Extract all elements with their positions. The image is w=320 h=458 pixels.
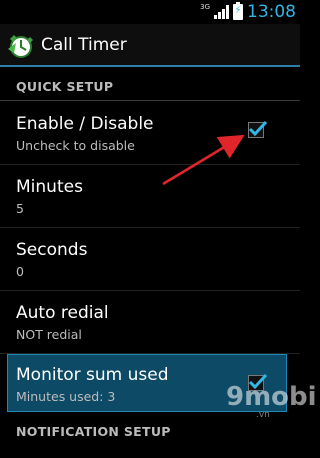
app-title: Call Timer — [41, 34, 127, 55]
action-bar: Call Timer — [0, 24, 300, 67]
checkmark-icon — [248, 120, 268, 137]
status-indicators: 3G ⚡ 13:08 — [200, 2, 296, 22]
pref-summary: NOT redial — [16, 327, 82, 342]
section-header-quick-setup: QUICK SETUP — [0, 69, 300, 101]
status-time: 13:08 — [247, 2, 296, 22]
alarm-clock-icon[interactable] — [6, 31, 34, 59]
watermark-suffix: .vn — [256, 410, 270, 420]
pref-summary: 0 — [16, 264, 24, 279]
battery-icon: ⚡ — [233, 2, 243, 20]
pref-summary: Minutes used: 3 — [16, 389, 116, 404]
watermark-text: 9mobi — [226, 382, 317, 412]
pref-summary: 5 — [16, 201, 24, 216]
pref-title: Minutes — [16, 177, 83, 197]
pref-auto-redial[interactable]: Auto redial NOT redial — [0, 291, 300, 354]
pref-seconds[interactable]: Seconds 0 — [0, 228, 300, 291]
network-type: 3G — [200, 3, 210, 11]
enable-checkbox[interactable] — [248, 120, 268, 138]
pref-title: Auto redial — [16, 303, 109, 323]
pref-title: Monitor sum used — [16, 365, 169, 385]
watermark-logo: 9mobi .vn — [206, 382, 317, 422]
section-title: QUICK SETUP — [16, 79, 114, 94]
status-bar: 3G ⚡ 13:08 — [0, 0, 300, 24]
pref-title: Seconds — [16, 240, 88, 260]
pref-title: Enable / Disable — [16, 114, 154, 134]
section-title: NOTIFICATION SETUP — [16, 424, 171, 439]
pref-summary: Uncheck to disable — [16, 138, 135, 153]
pref-enable-disable[interactable]: Enable / Disable Uncheck to disable — [0, 102, 300, 165]
signal-icon — [214, 5, 229, 19]
pref-minutes[interactable]: Minutes 5 — [0, 165, 300, 228]
